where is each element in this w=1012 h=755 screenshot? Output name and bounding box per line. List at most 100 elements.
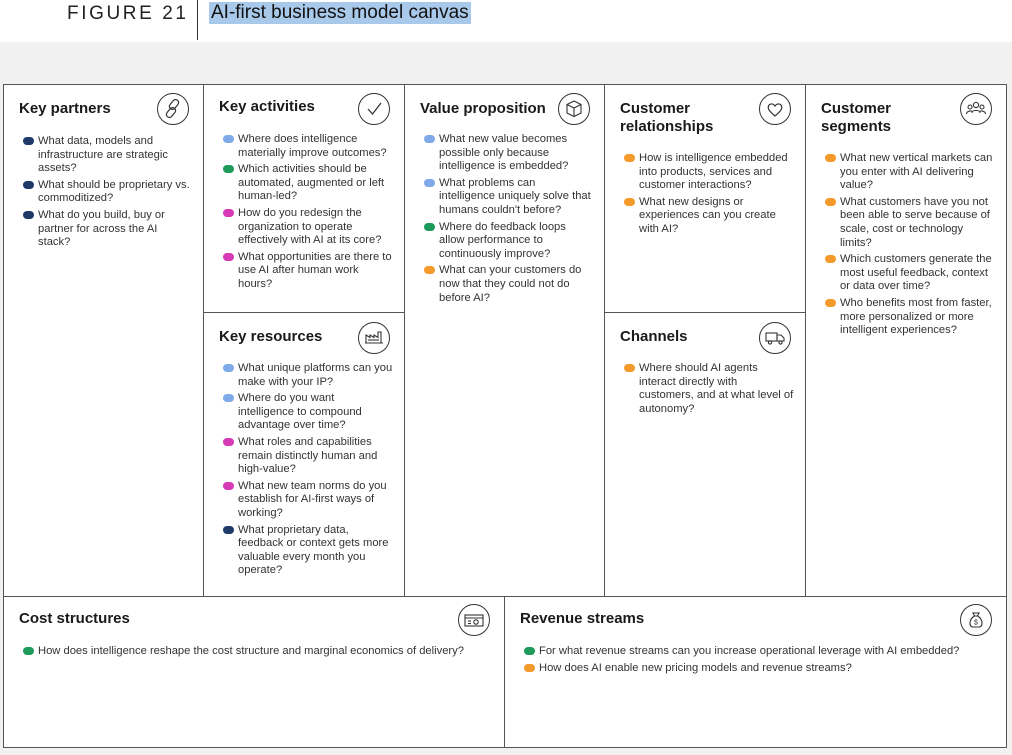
- question-list: Where does intelligence materially impro…: [223, 133, 393, 295]
- question-text: Where should AI agents interact directly…: [639, 362, 794, 415]
- question-item: Where do feedback loops allow performanc…: [424, 221, 594, 262]
- question-item: What opportunities are there to use AI a…: [223, 251, 393, 292]
- question-text: What new vertical markets can you enter …: [840, 152, 993, 192]
- question-item: How do you redesign the organization to …: [223, 207, 393, 248]
- question-text: What opportunities are there to use AI a…: [238, 250, 392, 290]
- question-item: What unique platforms can you make with …: [223, 362, 393, 389]
- question-text: What roles and capabilities remain disti…: [238, 435, 378, 476]
- bullet-marker-icon: [223, 394, 234, 403]
- box-key-resources: Key resources What unique platforms can …: [203, 312, 405, 597]
- box-revenue-streams: Revenue streams $ For what revenue strea…: [504, 596, 1007, 748]
- link-icon: [157, 93, 189, 125]
- question-item: Where does intelligence materially impro…: [223, 133, 393, 160]
- question-item: What new designs or experiences can you …: [624, 196, 794, 237]
- bullet-marker-icon: [223, 364, 234, 372]
- bullet-marker-icon: [424, 178, 435, 187]
- question-item: What should be proprietary vs. commoditi…: [23, 179, 191, 206]
- question-item: What proprietary data, feedback or conte…: [223, 524, 393, 578]
- figure-header: FIGURE 21 AI-first business model canvas: [0, 0, 1012, 42]
- bullet-marker-icon: [524, 663, 535, 672]
- bullet-marker-icon: [23, 137, 34, 145]
- bullet-marker-icon: [23, 647, 34, 655]
- cash-register-icon: [458, 604, 490, 636]
- question-item: Where should AI agents interact directly…: [624, 362, 794, 416]
- question-text: Where do you want intelligence to compou…: [238, 392, 362, 432]
- bullet-marker-icon: [223, 165, 234, 174]
- box-title: Channels: [620, 328, 688, 345]
- question-list: Where should AI agents interact directly…: [624, 362, 794, 419]
- question-item: What new value becomes possible only bec…: [424, 133, 594, 174]
- bullet-marker-icon: [524, 647, 535, 655]
- heart-icon: [759, 93, 791, 125]
- question-text: How is intelligence embedded into produc…: [639, 152, 788, 192]
- question-text: What do you build, buy or partner for ac…: [38, 208, 165, 249]
- figure-label: FIGURE 21: [67, 3, 189, 24]
- bullet-marker-icon: [825, 298, 836, 307]
- bullet-marker-icon: [223, 481, 234, 490]
- bullet-marker-icon: [424, 266, 435, 275]
- box-customer-relationships: Customer relationships How is intelligen…: [604, 84, 806, 313]
- question-item: Who benefits most from faster, more pers…: [825, 297, 995, 338]
- box-title: Key resources: [219, 328, 323, 345]
- question-text: Who benefits most from faster, more pers…: [840, 296, 992, 337]
- bullet-marker-icon: [223, 437, 234, 446]
- question-text: How does intelligence reshape the cost s…: [38, 645, 464, 657]
- question-item: Which activities should be automated, au…: [223, 163, 393, 204]
- question-list: What new vertical markets can you enter …: [825, 152, 995, 341]
- box-title: Cost structures: [19, 610, 130, 627]
- question-text: Which activities should be automated, au…: [238, 163, 385, 203]
- bullet-marker-icon: [424, 135, 435, 143]
- bullet-marker-icon: [23, 210, 34, 219]
- checkmark-icon: [358, 93, 390, 125]
- bullet-marker-icon: [223, 208, 234, 217]
- truck-icon: [759, 322, 791, 354]
- box-channels: Channels Where should AI agents interact…: [604, 312, 806, 597]
- question-item: What new vertical markets can you enter …: [825, 152, 995, 193]
- question-item: How does intelligence reshape the cost s…: [23, 645, 493, 659]
- people-icon: [960, 93, 992, 125]
- header-divider: [197, 0, 198, 40]
- box-key-activities: Key activities Where does intelligence m…: [203, 84, 405, 313]
- question-text: What problems can intelligence uniquely …: [439, 176, 591, 216]
- bullet-marker-icon: [23, 180, 34, 189]
- box-title: Key partners: [19, 100, 111, 117]
- bullet-marker-icon: [223, 135, 234, 143]
- money-bag-icon: $: [960, 604, 992, 636]
- question-text: Which customers generate the most useful…: [840, 253, 992, 293]
- factory-icon: [358, 322, 390, 354]
- question-text: What proprietary data, feedback or conte…: [238, 523, 389, 577]
- svg-text:$: $: [974, 620, 978, 627]
- question-item: Where do you want intelligence to compou…: [223, 392, 393, 433]
- question-text: What new designs or experiences can you …: [639, 195, 776, 235]
- box-title: Customer segments: [821, 100, 892, 135]
- bullet-marker-icon: [624, 197, 635, 206]
- question-item: For what revenue streams can you increas…: [524, 645, 994, 659]
- bullet-marker-icon: [825, 255, 836, 264]
- question-list: For what revenue streams can you increas…: [524, 645, 994, 678]
- bullet-marker-icon: [624, 154, 635, 162]
- figure-title: AI-first business model canvas: [209, 2, 471, 24]
- question-item: What do you build, buy or partner for ac…: [23, 209, 191, 250]
- question-text: What unique platforms can you make with …: [238, 362, 393, 388]
- question-list: How does intelligence reshape the cost s…: [23, 645, 493, 662]
- question-item: How is intelligence embedded into produc…: [624, 152, 794, 193]
- question-list: What new value becomes possible only bec…: [424, 133, 594, 308]
- box-title: Revenue streams: [520, 610, 645, 627]
- question-text: What can your customers do now that they…: [439, 264, 582, 304]
- question-item: What customers have you not been able to…: [825, 196, 995, 250]
- bullet-marker-icon: [624, 364, 635, 372]
- box-key-partners: Key partners What data, models and infra…: [3, 84, 204, 597]
- question-text: Where do feedback loops allow performanc…: [439, 220, 566, 260]
- question-text: How does AI enable new pricing models an…: [539, 661, 852, 674]
- box-title: Key activities: [219, 98, 315, 115]
- bullet-marker-icon: [424, 222, 435, 231]
- question-item: What data, models and infrastructure are…: [23, 135, 191, 176]
- cube-icon: [558, 93, 590, 125]
- question-item: What new team norms do you establish for…: [223, 480, 393, 521]
- question-item: What can your customers do now that they…: [424, 264, 594, 305]
- question-item: How does AI enable new pricing models an…: [524, 662, 994, 676]
- question-text: How do you redesign the organization to …: [238, 206, 382, 247]
- question-list: What data, models and infrastructure are…: [23, 135, 191, 253]
- bullet-marker-icon: [825, 197, 836, 206]
- box-title: Customer relationships: [620, 100, 714, 135]
